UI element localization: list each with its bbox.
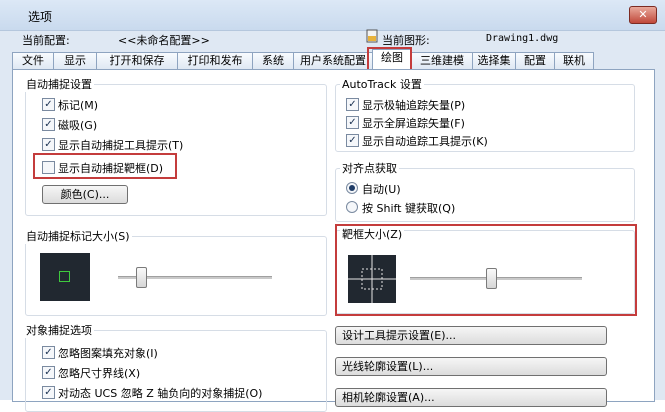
checkbox-box: ✓ — [42, 386, 55, 399]
autosnap-settings-title: 自动捕捉设置 — [24, 76, 94, 92]
checkbox-box: ✓ — [346, 98, 359, 111]
design-tooltip-settings-button[interactable]: 设计工具提示设置(E)... — [335, 326, 607, 345]
checkbox-box: ✓ — [42, 118, 55, 131]
options-dialog: 选项 ✕ 当前配置: <<未命名配置>> 当前图形: Drawing1.dwg … — [0, 0, 665, 412]
checkbox-box: ✓ — [42, 98, 55, 111]
tab-display[interactable]: 显示 — [53, 52, 97, 69]
snap-marker-icon — [59, 271, 70, 282]
ignore-hatch-checkbox[interactable]: ✓ 忽略图案填充对象(I) — [42, 345, 192, 360]
marker-size-title: 自动捕捉标记大小(S) — [24, 228, 132, 244]
ignore-hatch-label: 忽略图案填充对象(I) — [58, 347, 158, 360]
checkbox-box: ✓ — [42, 138, 55, 151]
marker-checkbox[interactable]: ✓ 标记(M) — [42, 97, 192, 112]
close-button[interactable]: ✕ — [629, 6, 657, 24]
autotrack-tooltip-label: 显示自动追踪工具提示(K) — [362, 135, 488, 148]
shift-acquire-label: 按 Shift 键获取(Q) — [362, 202, 456, 215]
autosnap-tooltip-label: 显示自动捕捉工具提示(T) — [58, 139, 184, 152]
fullscreen-vector-checkbox[interactable]: ✓ 显示全屏追踪矢量(F) — [346, 115, 496, 130]
marker-size-group: 自动捕捉标记大小(S) — [24, 228, 327, 316]
checkbox-box: ✓ — [346, 134, 359, 147]
profile-label: 当前配置: — [22, 34, 70, 47]
highlight-aperture-checkbox — [33, 153, 177, 179]
window-title: 选项 — [28, 10, 53, 24]
autotrack-settings-group: AutoTrack 设置 ✓ 显示极轴追踪矢量(P) ✓ 显示全屏追踪矢量(F) ✓… — [335, 76, 635, 152]
autotrack-settings-title: AutoTrack 设置 — [340, 76, 424, 92]
profile-value: <<未命名配置>> — [118, 34, 210, 47]
polar-vector-label: 显示极轴追踪矢量(P) — [362, 99, 466, 112]
tab-online[interactable]: 联机 — [554, 52, 594, 69]
tab-plot-publish[interactable]: 打印和发布 — [177, 52, 253, 69]
alignment-acquisition-title: 对齐点获取 — [340, 160, 399, 176]
autotrack-tooltip-checkbox[interactable]: ✓ 显示自动追踪工具提示(K) — [346, 133, 496, 148]
tab-system[interactable]: 系统 — [252, 52, 294, 69]
tab-profiles[interactable]: 配置 — [515, 52, 555, 69]
alignment-acquisition-group: 对齐点获取 自动(U) 按 Shift 键获取(Q) — [335, 160, 635, 222]
checkbox-box: ✓ — [42, 366, 55, 379]
tab-selection[interactable]: 选择集 — [472, 52, 516, 69]
tab-files[interactable]: 文件 — [12, 52, 54, 69]
polar-vector-checkbox[interactable]: ✓ 显示极轴追踪矢量(P) — [346, 97, 496, 112]
checkbox-box: ✓ — [346, 116, 359, 129]
tab-open-save[interactable]: 打开和保存 — [96, 52, 178, 69]
drafting-panel: 自动捕捉设置 ✓ 标记(M) ✓ 磁吸(G) ✓ 显示自动捕捉工具提示(T) 显示自动… — [12, 69, 655, 412]
magnet-label: 磁吸(G) — [58, 119, 98, 132]
marker-size-slider[interactable] — [136, 267, 147, 288]
marker-preview — [40, 253, 90, 301]
light-glyph-settings-button[interactable]: 光线轮廓设置(L)... — [335, 357, 607, 376]
drawing-label: 当前图形: — [382, 34, 430, 47]
drawing-file-icon — [366, 29, 378, 43]
shift-acquire-radio[interactable]: 按 Shift 键获取(Q) — [346, 200, 496, 215]
object-snap-options-title: 对象捕捉选项 — [24, 322, 94, 338]
autosnap-tooltip-checkbox[interactable]: ✓ 显示自动捕捉工具提示(T) — [42, 137, 192, 152]
radio-unselected — [346, 201, 358, 213]
colors-button[interactable]: 颜色(C)... — [42, 185, 128, 204]
auto-acquire-label: 自动(U) — [362, 183, 401, 196]
marker-label: 标记(M) — [58, 99, 99, 112]
highlight-aperture-size — [335, 224, 637, 316]
fullscreen-vector-label: 显示全屏追踪矢量(F) — [362, 117, 465, 130]
camera-glyph-settings-button[interactable]: 相机轮廓设置(A)... — [335, 388, 607, 407]
checkbox-box: ✓ — [42, 346, 55, 359]
ignore-dimension-extension-checkbox[interactable]: ✓ 忽略尺寸界线(X) — [42, 365, 192, 380]
tab-user-preferences[interactable]: 用户系统配置 — [293, 52, 373, 69]
drawing-value: Drawing1.dwg — [486, 33, 559, 44]
autosnap-settings-group: 自动捕捉设置 ✓ 标记(M) ✓ 磁吸(G) ✓ 显示自动捕捉工具提示(T) 显示自动… — [24, 76, 327, 216]
ignore-negative-z-label: 对动态 UCS 忽略 Z 轴负向的对象捕捉(O) — [58, 387, 263, 400]
ignore-dimension-extension-label: 忽略尺寸界线(X) — [58, 367, 141, 380]
magnet-checkbox[interactable]: ✓ 磁吸(G) — [42, 117, 192, 132]
title-bar: 选项 ✕ — [0, 0, 665, 31]
auto-acquire-radio[interactable]: 自动(U) — [346, 181, 496, 196]
tab-3d-modeling[interactable]: 三维建模 — [411, 52, 473, 69]
ignore-negative-z-checkbox[interactable]: ✓ 对动态 UCS 忽略 Z 轴负向的对象捕捉(O) — [42, 385, 262, 400]
radio-selected — [346, 182, 358, 194]
